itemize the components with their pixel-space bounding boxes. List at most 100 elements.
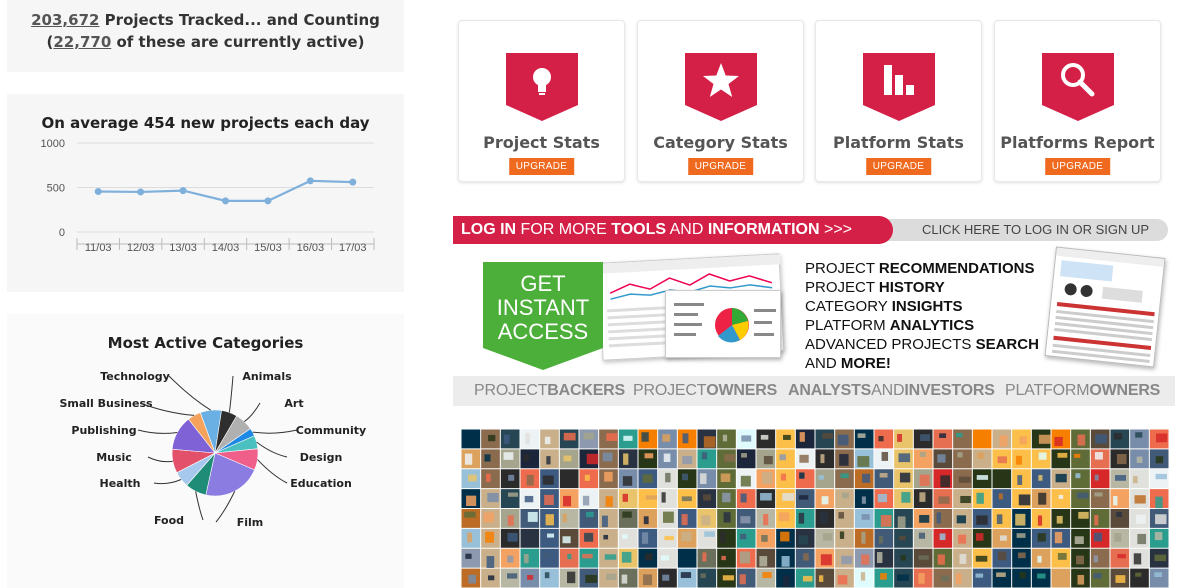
project-thumbnail <box>756 568 776 588</box>
project-thumbnail <box>835 568 854 588</box>
data-point <box>349 178 357 186</box>
x-tick-label: 16/03 <box>297 242 325 254</box>
leader-line <box>257 459 288 484</box>
audience-project-owners[interactable]: PROJECTOWNERS <box>633 376 777 406</box>
project-thumbnail <box>953 509 972 528</box>
project-thumbnail <box>481 568 500 588</box>
category-label: Food <box>154 514 184 527</box>
category-label: Animals <box>242 370 292 383</box>
aud-light: PROJECT <box>633 382 707 399</box>
login-word: FOR MORE <box>516 221 612 238</box>
project-thumbnail <box>579 548 599 568</box>
project-thumbnail <box>540 429 559 449</box>
project-thumbnail <box>579 449 599 469</box>
project-thumbnail <box>1012 449 1031 469</box>
project-thumbnail <box>697 469 717 489</box>
feature-item: CATEGORY INSIGHTS <box>805 297 1045 316</box>
login-banner[interactable]: CLICK HERE TO LOG IN OR SIGN UP LOG IN F… <box>453 216 1168 244</box>
tracked-count-link[interactable]: 203,672 <box>31 11 99 29</box>
feature-keyword: HISTORY <box>878 279 945 296</box>
project-thumbnail <box>481 449 500 469</box>
aud-light: PLATFORM <box>1005 382 1090 399</box>
platforms-report-card[interactable]: Platforms Report UPGRADE <box>994 20 1161 182</box>
leader-line <box>137 429 178 434</box>
project-thumbnail <box>540 449 559 469</box>
daily-projects-panel: On average 454 new projects each day 0 50… <box>7 94 404 292</box>
project-thumbnail <box>933 548 953 568</box>
project-thumbnail <box>1110 429 1130 449</box>
project-thumbnail <box>972 568 992 588</box>
project-thumbnail <box>658 469 677 489</box>
get-instant-access-button[interactable]: GET INSTANT ACCESS <box>483 262 603 370</box>
audience-project-backers[interactable]: PROJECTBACKERS <box>474 376 625 406</box>
login-signup-link[interactable]: CLICK HERE TO LOG IN OR SIGN UP <box>883 219 1168 241</box>
project-thumbnail <box>599 568 618 588</box>
project-thumbnail <box>992 528 1012 548</box>
categories-pie-chart: Technology Animals Art Community Design Educa… <box>59 370 366 529</box>
login-word: INFORMATION <box>707 221 820 238</box>
aud-bold: ANALYSTS <box>788 382 872 399</box>
project-thumbnail <box>618 548 638 568</box>
login-prompt[interactable]: LOG IN FOR MORE TOOLS AND INFORMATION >>… <box>453 216 893 244</box>
project-thumbnail <box>599 469 618 489</box>
project-thumbnail <box>913 509 933 528</box>
project-thumbnail <box>1149 429 1169 449</box>
platform-stats-card[interactable]: Platform Stats UPGRADE <box>815 20 982 182</box>
audience-analysts-investors[interactable]: ANALYSTSANDINVESTORS <box>788 376 995 406</box>
project-thumbnail <box>559 548 579 568</box>
leader-line <box>244 402 261 422</box>
active-count-link[interactable]: 22,770 <box>53 33 111 51</box>
upgrade-button[interactable]: UPGRADE <box>1044 158 1111 175</box>
upgrade-button[interactable]: UPGRADE <box>865 158 932 175</box>
project-thumbnail <box>835 489 854 508</box>
project-thumbnail <box>1130 548 1149 568</box>
feature-text: AND <box>805 355 841 372</box>
project-thumbnail <box>894 548 913 568</box>
leader-line <box>228 375 234 413</box>
project-thumbnail <box>1012 509 1031 528</box>
project-thumbnail <box>520 528 540 548</box>
project-thumbnail <box>638 449 658 469</box>
project-stats-card[interactable]: Project Stats UPGRADE <box>458 20 625 182</box>
project-thumbnail <box>795 548 815 568</box>
project-thumbnail <box>854 528 874 548</box>
project-thumbnail <box>500 489 520 508</box>
project-thumbnail <box>913 429 933 449</box>
leader-line <box>168 375 212 411</box>
project-thumbnail <box>736 449 756 469</box>
project-thumbnail <box>953 528 972 548</box>
y-tick-label: 500 <box>47 183 65 195</box>
project-thumbnail <box>1031 509 1051 528</box>
project-thumbnail <box>520 429 540 449</box>
project-thumbnail <box>815 449 835 469</box>
project-thumbnail <box>540 528 559 548</box>
category-stats-card[interactable]: Category Stats UPGRADE <box>637 20 804 182</box>
project-thumbnail <box>1051 449 1071 469</box>
project-thumbnail <box>1090 429 1110 449</box>
leader-line <box>256 441 288 458</box>
project-thumbnail <box>697 548 717 568</box>
project-thumbnail <box>481 469 500 489</box>
audience-platform-owners[interactable]: PLATFORMOWNERS <box>1005 376 1160 406</box>
thumbnail-grid <box>461 429 1169 588</box>
project-thumbnail <box>913 489 933 508</box>
project-thumbnail <box>835 528 854 548</box>
project-thumbnail <box>933 489 953 508</box>
project-thumbnail <box>1071 528 1090 548</box>
project-thumbnail <box>992 469 1012 489</box>
feature-item: AND MORE! <box>805 354 1045 373</box>
project-thumbnail <box>776 469 795 489</box>
project-thumbnail <box>1110 469 1130 489</box>
upgrade-button[interactable]: UPGRADE <box>687 158 754 175</box>
project-thumbnail <box>677 548 697 568</box>
upgrade-button[interactable]: UPGRADE <box>508 158 575 175</box>
project-thumbnail <box>579 509 599 528</box>
project-thumbnail <box>736 548 756 568</box>
promo-line: ACCESS <box>497 319 589 344</box>
project-thumbnail <box>677 528 697 548</box>
project-thumbnail <box>953 449 972 469</box>
project-thumbnail <box>500 429 520 449</box>
project-thumbnail <box>1012 548 1031 568</box>
project-thumbnail <box>756 429 776 449</box>
project-thumbnail <box>913 449 933 469</box>
